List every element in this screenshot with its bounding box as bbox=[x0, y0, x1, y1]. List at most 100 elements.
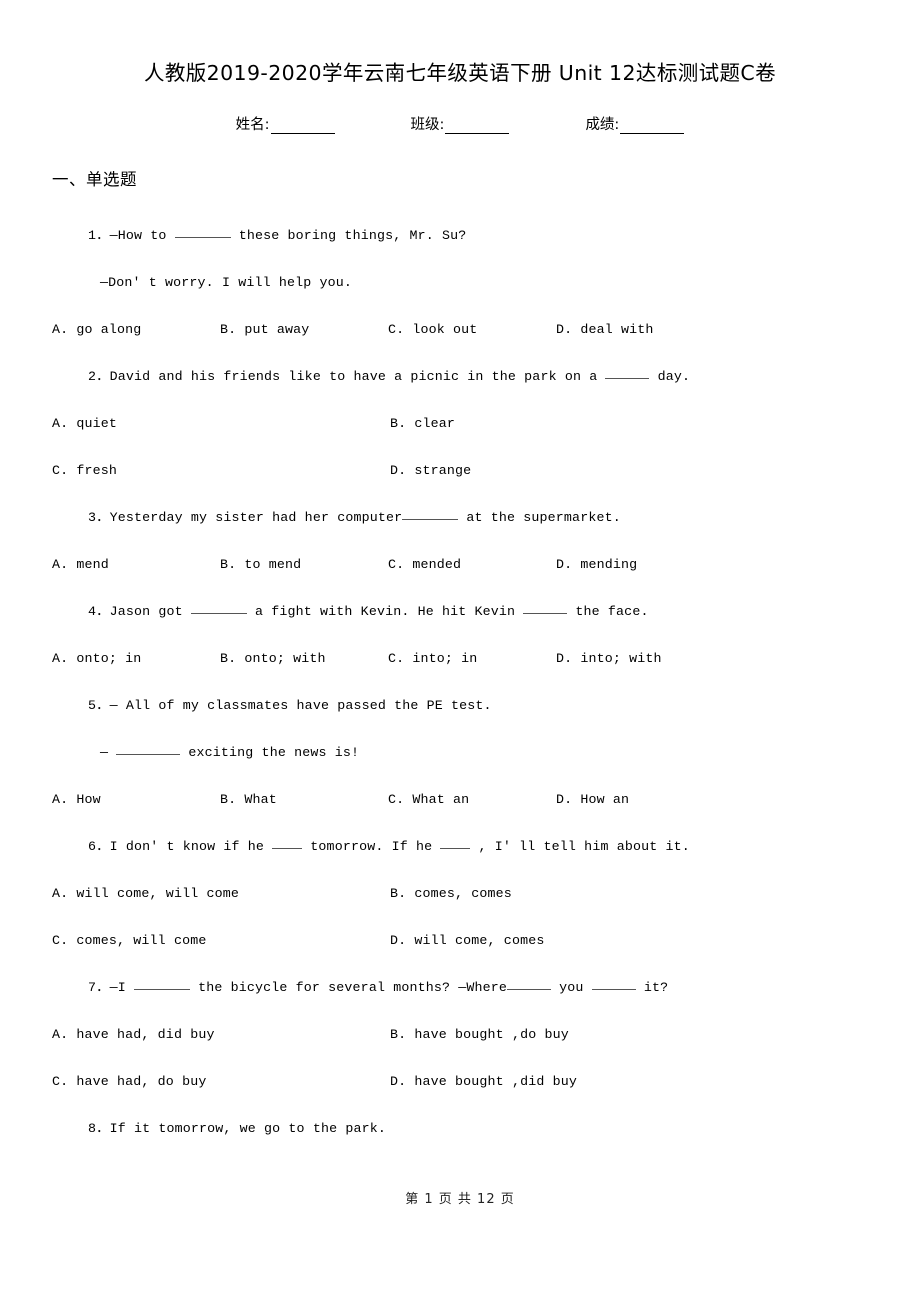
question-4-option-a[interactable]: A. onto; in bbox=[52, 635, 220, 682]
question-1-option-d[interactable]: D. deal with bbox=[556, 306, 654, 353]
section-heading-multiple-choice: 一、单选题 bbox=[52, 170, 137, 189]
question-7-number: 7． bbox=[88, 980, 110, 995]
question-7-blank-2[interactable] bbox=[507, 978, 552, 990]
question-6-blank-1[interactable] bbox=[272, 837, 303, 849]
info-label-name: 姓名: bbox=[235, 117, 270, 133]
question-1-option-c[interactable]: C. look out bbox=[388, 306, 556, 353]
question-7-blank-3[interactable] bbox=[591, 978, 636, 990]
question-7-text-after-2: you bbox=[551, 980, 592, 995]
question-4-text-after: a fight with Kevin. He hit Kevin bbox=[246, 604, 524, 619]
question-2-option-d[interactable]: D. strange bbox=[390, 447, 471, 494]
question-8: 8．If it tomorrow, we go to the park. bbox=[0, 1105, 920, 1152]
question-4-option-d[interactable]: D. into; with bbox=[556, 635, 662, 682]
question-8-number: 8． bbox=[88, 1121, 110, 1136]
question-3: 3．Yesterday my sister had her computer a… bbox=[0, 494, 920, 588]
question-4-text-before: Jason got bbox=[109, 604, 191, 619]
question-8-text-before: If it tomorrow, we go to the park. bbox=[109, 1121, 386, 1136]
question-3-stem: 3．Yesterday my sister had her computer a… bbox=[0, 494, 920, 541]
question-1-option-b[interactable]: B. put away bbox=[220, 306, 388, 353]
question-5-options: A. How B. What C. What an D. How an bbox=[0, 776, 920, 823]
question-7-option-d[interactable]: D. have bought ,did buy bbox=[390, 1058, 577, 1105]
question-3-blank[interactable] bbox=[402, 508, 459, 520]
question-5-option-a[interactable]: A. How bbox=[52, 776, 220, 823]
question-2-text-after: day. bbox=[649, 369, 691, 384]
info-field-class: 班级: bbox=[411, 113, 510, 134]
question-6-options-row1: A. will come, will come B. comes, comes bbox=[0, 870, 920, 917]
question-7-option-c[interactable]: C. have had, do buy bbox=[52, 1058, 390, 1105]
question-6-blank-2[interactable] bbox=[440, 837, 471, 849]
question-6-text-after-2: , I' ll tell him about it. bbox=[470, 839, 690, 854]
question-5-stem: 5．— All of my classmates have passed the… bbox=[0, 682, 920, 729]
question-5-number: 5． bbox=[88, 698, 110, 713]
question-3-option-d[interactable]: D. mending bbox=[556, 541, 637, 588]
question-3-option-b[interactable]: B. to mend bbox=[220, 541, 388, 588]
question-1-stem-line2: —Don' t worry. I will help you. bbox=[100, 275, 353, 290]
question-5-stem-line2: — exciting the news is! bbox=[0, 729, 920, 776]
question-7: 7．—I the bicycle for several months? —Wh… bbox=[0, 964, 920, 1105]
question-2-option-a[interactable]: A. quiet bbox=[52, 400, 390, 447]
question-7-options-row2: C. have had, do buy D. have bought ,did b… bbox=[0, 1058, 920, 1105]
document-page: 人教版2019-2020学年云南七年级英语下册 Unit 12达标测试题C卷 姓… bbox=[0, 0, 920, 1302]
question-5-line2-before: — bbox=[100, 745, 117, 760]
question-4-options: A. onto; in B. onto; with C. into; in D. in… bbox=[0, 635, 920, 682]
info-blank-score[interactable] bbox=[620, 120, 685, 134]
question-8-stem: 8．If it tomorrow, we go to the park. bbox=[0, 1105, 920, 1152]
question-1-blank[interactable] bbox=[174, 226, 231, 238]
question-7-option-a[interactable]: A. have had, did buy bbox=[52, 1011, 390, 1058]
question-2-text-before: David and his friends like to have a pic… bbox=[109, 369, 606, 384]
question-7-blank-1[interactable] bbox=[133, 978, 190, 990]
question-5-option-c[interactable]: C. What an bbox=[388, 776, 556, 823]
question-4-blank-1[interactable] bbox=[190, 602, 247, 614]
question-4-option-c[interactable]: C. into; in bbox=[388, 635, 556, 682]
question-5: 5．— All of my classmates have passed the… bbox=[0, 682, 920, 823]
question-2-option-c[interactable]: C. fresh bbox=[52, 447, 390, 494]
question-6: 6．I don' t know if he tomorrow. If he , … bbox=[0, 823, 920, 964]
question-7-text-before: —I bbox=[109, 980, 134, 995]
question-6-number: 6． bbox=[88, 839, 110, 854]
question-4-number: 4． bbox=[88, 604, 110, 619]
question-1-number: 1． bbox=[88, 228, 110, 243]
question-6-stem: 6．I don' t know if he tomorrow. If he , … bbox=[0, 823, 920, 870]
question-1: 1．—How to these boring things, Mr. Su? —… bbox=[0, 212, 920, 353]
question-5-blank[interactable] bbox=[116, 743, 181, 755]
question-3-text-before: Yesterday my sister had her computer bbox=[109, 510, 403, 525]
question-7-options-row1: A. have had, did buy B. have bought ,do b… bbox=[0, 1011, 920, 1058]
question-1-stem: 1．—How to these boring things, Mr. Su? bbox=[0, 212, 920, 259]
info-label-class: 班级: bbox=[410, 117, 445, 133]
question-5-text-before: — All of my classmates have passed the P… bbox=[109, 698, 492, 713]
question-4-text-after-2: the face. bbox=[567, 604, 649, 619]
question-6-options-row2: C. comes, will come D. will come, comes bbox=[0, 917, 920, 964]
question-7-text-after: the bicycle for several months? —Where bbox=[189, 980, 508, 995]
question-4: 4．Jason got a fight with Kevin. He hit K… bbox=[0, 588, 920, 682]
question-2-blank[interactable] bbox=[605, 367, 650, 379]
question-6-option-b[interactable]: B. comes, comes bbox=[390, 870, 512, 917]
question-6-text-after: tomorrow. If he bbox=[302, 839, 441, 854]
question-5-option-b[interactable]: B. What bbox=[220, 776, 388, 823]
question-3-text-after: at the supermarket. bbox=[458, 510, 621, 525]
question-2-options-row1: A. quiet B. clear bbox=[0, 400, 920, 447]
question-1-text-after: these boring things, Mr. Su? bbox=[230, 228, 467, 243]
question-3-options: A. mend B. to mend C. mended D. mending bbox=[0, 541, 920, 588]
info-field-score: 成绩: bbox=[585, 113, 685, 134]
question-4-blank-2[interactable] bbox=[523, 602, 568, 614]
question-6-option-a[interactable]: A. will come, will come bbox=[52, 870, 390, 917]
question-2-options-row2: C. fresh D. strange bbox=[0, 447, 920, 494]
question-2-number: 2． bbox=[88, 369, 110, 384]
question-4-stem: 4．Jason got a fight with Kevin. He hit K… bbox=[0, 588, 920, 635]
question-5-line2-after: exciting the news is! bbox=[180, 745, 360, 760]
question-6-option-c[interactable]: C. comes, will come bbox=[52, 917, 390, 964]
info-label-score: 成绩: bbox=[585, 117, 620, 133]
question-3-option-a[interactable]: A. mend bbox=[52, 541, 220, 588]
question-7-text-after-3: it? bbox=[635, 980, 669, 995]
question-3-number: 3． bbox=[88, 510, 110, 525]
question-6-option-d[interactable]: D. will come, comes bbox=[390, 917, 544, 964]
question-5-option-d[interactable]: D. How an bbox=[556, 776, 629, 823]
question-7-option-b[interactable]: B. have bought ,do buy bbox=[390, 1011, 569, 1058]
question-1-option-a[interactable]: A. go along bbox=[52, 306, 220, 353]
question-4-option-b[interactable]: B. onto; with bbox=[220, 635, 388, 682]
info-blank-class[interactable] bbox=[445, 120, 510, 134]
student-info-line: 姓名: 班级: 成绩: bbox=[0, 113, 920, 134]
question-2-option-b[interactable]: B. clear bbox=[390, 400, 455, 447]
info-blank-name[interactable] bbox=[270, 120, 335, 134]
question-3-option-c[interactable]: C. mended bbox=[388, 541, 556, 588]
